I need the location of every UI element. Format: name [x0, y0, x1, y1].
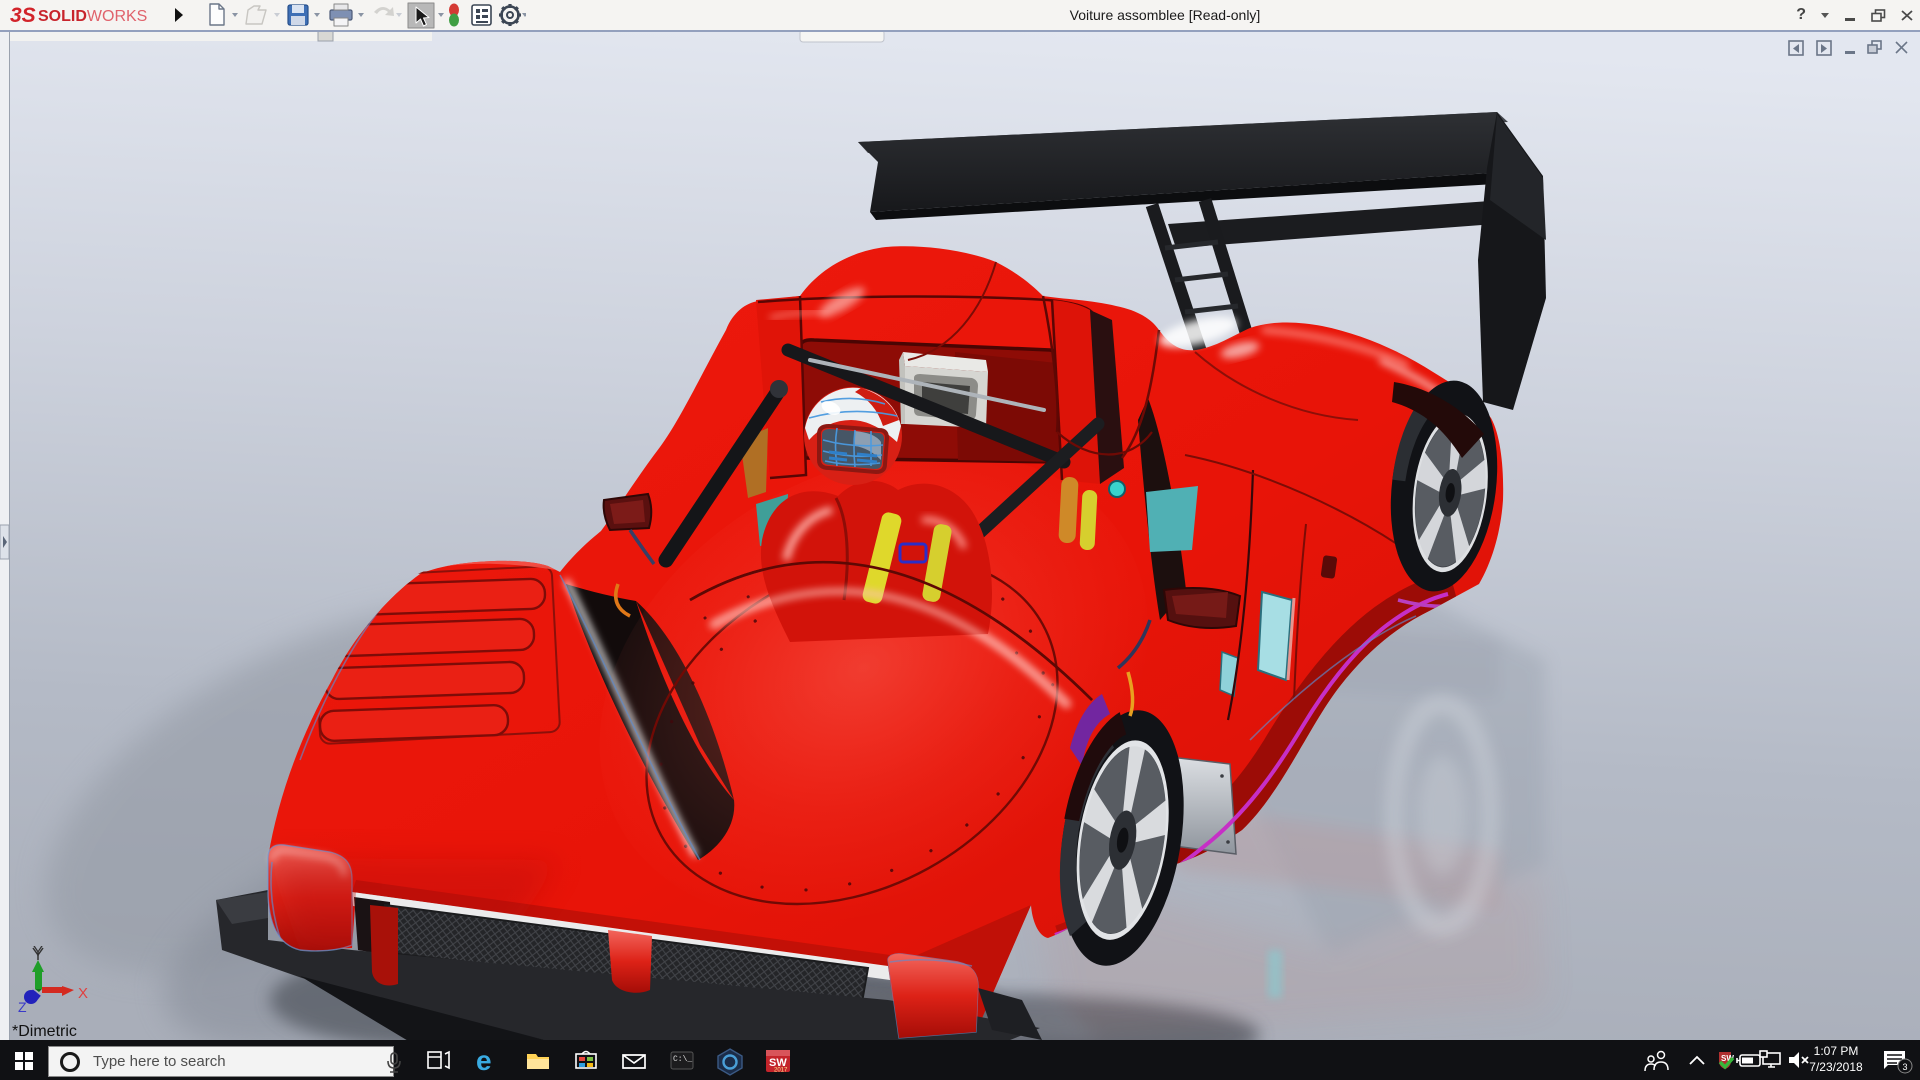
svg-text:3: 3: [1903, 1062, 1908, 1072]
svg-text:*Dimetric: *Dimetric: [12, 1023, 77, 1040]
svg-text:Z: Z: [18, 999, 27, 1015]
svg-text:C:\_: C:\_: [673, 1055, 692, 1064]
svg-text:2017: 2017: [774, 1068, 788, 1074]
svg-text:e: e: [476, 1045, 492, 1076]
svg-text:3S: 3S: [10, 4, 36, 27]
svg-text:SOLIDWORKS: SOLIDWORKS: [38, 8, 147, 25]
svg-text:X: X: [78, 985, 88, 1002]
